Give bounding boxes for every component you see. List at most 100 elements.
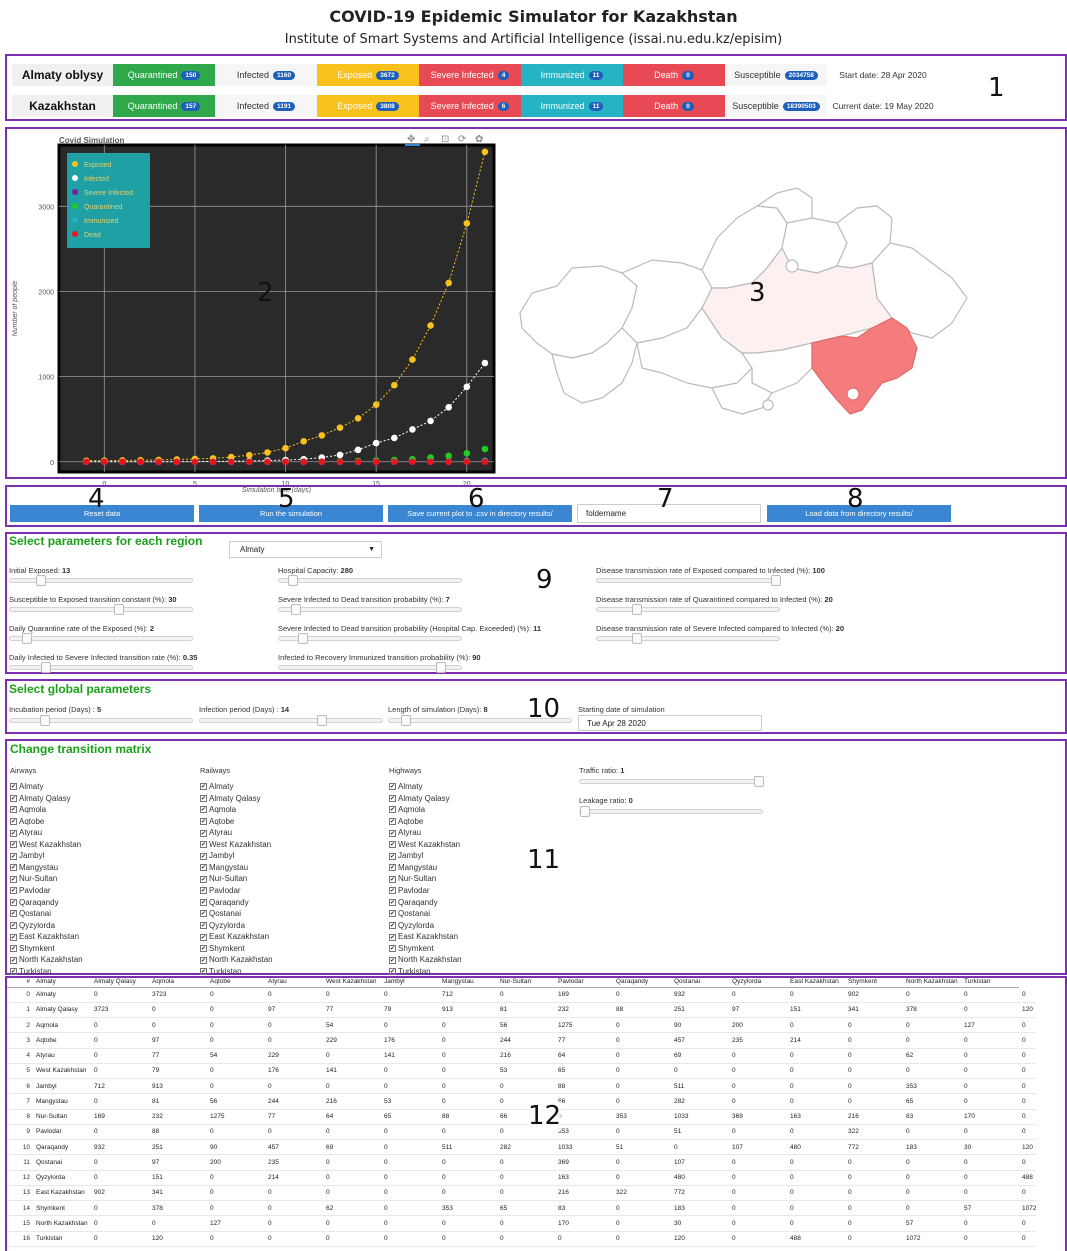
table-cell[interactable]: 0: [903, 1200, 961, 1217]
table-cell[interactable]: 51: [613, 1139, 671, 1156]
data-point[interactable]: [391, 381, 398, 389]
slider-handle[interactable]: [36, 575, 46, 586]
bokeh-logo-icon[interactable]: ✿: [475, 134, 483, 145]
checkbox-checked-icon[interactable]: ✔: [389, 898, 396, 906]
table-cell[interactable]: 0: [729, 1185, 787, 1202]
table-cell[interactable]: 120: [1019, 1002, 1037, 1019]
table-cell[interactable]: 0: [381, 1185, 439, 1202]
table-cell[interactable]: 0: [91, 1032, 149, 1049]
table-cell[interactable]: 0: [961, 1093, 1019, 1110]
table-cell[interactable]: 480: [671, 1170, 729, 1186]
slider-handle[interactable]: [298, 633, 308, 644]
table-cell[interactable]: 141: [381, 1048, 439, 1064]
table-cell[interactable]: 0: [613, 1124, 671, 1141]
region-select[interactable]: Almaty ▼: [229, 541, 382, 558]
checkbox-checked-icon[interactable]: ✔: [389, 910, 396, 918]
checkbox-checked-icon[interactable]: ✔: [10, 841, 17, 849]
table-cell[interactable]: 0: [323, 1154, 381, 1171]
column-header[interactable]: Aqtobe: [207, 977, 265, 988]
table-cell[interactable]: 0: [207, 987, 265, 1003]
column-header[interactable]: Almaty: [33, 977, 91, 988]
table-cell[interactable]: 0: [671, 1139, 729, 1156]
table-cell[interactable]: 902: [91, 1185, 149, 1202]
table-cell[interactable]: 932: [91, 1139, 149, 1156]
table-cell[interactable]: 216: [845, 1109, 903, 1125]
table-cell[interactable]: 163: [555, 1170, 613, 1186]
table-cell[interactable]: 913: [149, 1078, 207, 1095]
table-cell[interactable]: 251: [671, 1002, 729, 1019]
table-cell[interactable]: 0: [729, 1078, 787, 1095]
table-cell[interactable]: 216: [323, 1093, 381, 1110]
table-cell[interactable]: 378: [149, 1200, 207, 1217]
data-point[interactable]: [300, 458, 307, 466]
checkbox-checked-icon[interactable]: ✔: [389, 864, 396, 872]
column-header[interactable]: Qyzylorda: [729, 977, 787, 988]
table-cell[interactable]: 0: [497, 1185, 555, 1202]
table-cell[interactable]: 0: [961, 1231, 1019, 1247]
table-cell[interactable]: 151: [787, 1002, 845, 1019]
highways-checkbox-aqtobe[interactable]: ✔ Aqtobe: [389, 817, 423, 826]
table-cell[interactable]: 54: [207, 1048, 265, 1064]
table-cell[interactable]: 0: [729, 1048, 787, 1064]
highways-checkbox-almaty-qalasy[interactable]: ✔ Almaty Qalasy: [389, 794, 450, 803]
checkbox-checked-icon[interactable]: ✔: [200, 829, 207, 837]
table-cell[interactable]: 0: [439, 1170, 497, 1186]
airways-checkbox-almaty-qalasy[interactable]: ✔ Almaty Qalasy: [10, 794, 71, 803]
table-cell[interactable]: 0: [381, 1124, 439, 1141]
table-cell[interactable]: 0: [149, 1017, 207, 1034]
table-cell[interactable]: 3723: [149, 987, 207, 1003]
data-point[interactable]: [336, 458, 344, 466]
table-cell[interactable]: 913: [439, 1002, 497, 1019]
zoom-icon[interactable]: ⌕: [424, 134, 430, 145]
data-point[interactable]: [427, 458, 434, 466]
table-cell[interactable]: 97: [729, 1002, 787, 1019]
table-cell[interactable]: 79: [149, 1063, 207, 1080]
checkbox-checked-icon[interactable]: ✔: [10, 933, 17, 941]
column-header[interactable]: Nur-Sultan: [497, 977, 555, 988]
checkbox-checked-icon[interactable]: ✔: [10, 783, 17, 791]
table-cell[interactable]: 0: [903, 1032, 961, 1049]
airways-checkbox-aqmola[interactable]: ✔ Aqmola: [10, 805, 46, 814]
region-param-slider[interactable]: [596, 575, 781, 586]
column-header[interactable]: Almaty Qalasy: [91, 977, 149, 988]
table-cell[interactable]: 232: [149, 1109, 207, 1125]
table-cell[interactable]: 0: [613, 1200, 671, 1217]
data-point[interactable]: [391, 458, 398, 466]
railways-checkbox-atyrau[interactable]: ✔ Atyrau: [200, 828, 232, 837]
railways-checkbox-east-kazakhstan[interactable]: ✔ East Kazakhstan: [200, 932, 269, 941]
data-point[interactable]: [354, 415, 362, 422]
table-cell[interactable]: 0: [381, 1170, 439, 1186]
table-cell[interactable]: 322: [845, 1124, 903, 1141]
data-point[interactable]: [372, 458, 380, 466]
table-cell[interactable]: 65: [381, 1109, 439, 1125]
table-cell[interactable]: 235: [265, 1154, 323, 1171]
table-cell[interactable]: 772: [671, 1185, 729, 1202]
checkbox-checked-icon[interactable]: ✔: [389, 806, 396, 814]
table-cell[interactable]: 0: [439, 1032, 497, 1049]
table-cell[interactable]: 0: [845, 1154, 903, 1171]
table-cell[interactable]: 0: [323, 1170, 381, 1186]
table-cell[interactable]: 0: [845, 1170, 903, 1186]
table-cell[interactable]: 0: [207, 1078, 265, 1095]
table-cell[interactable]: 0: [1019, 1231, 1037, 1247]
checkbox-checked-icon[interactable]: ✔: [200, 956, 207, 964]
railways-checkbox-qaraqandy[interactable]: ✔ Qaraqandy: [200, 898, 249, 907]
table-cell[interactable]: 169: [91, 1109, 149, 1125]
table-cell[interactable]: 0: [381, 1154, 439, 1171]
checkbox-checked-icon[interactable]: ✔: [10, 818, 17, 826]
column-header[interactable]: Turkistan: [961, 977, 1019, 988]
table-cell[interactable]: 378: [903, 1002, 961, 1019]
highways-checkbox-qyzylorda[interactable]: ✔ Qyzylorda: [389, 921, 434, 930]
checkbox-checked-icon[interactable]: ✔: [200, 783, 207, 791]
data-point[interactable]: [318, 458, 326, 466]
slider-handle[interactable]: [436, 662, 446, 673]
table-cell[interactable]: 88: [555, 1078, 613, 1095]
highways-checkbox-jambyl[interactable]: ✔ Jambyl: [389, 851, 423, 860]
table-cell[interactable]: 369: [555, 1154, 613, 1171]
table-cell[interactable]: 3723: [91, 1002, 149, 1019]
table-cell[interactable]: 353: [613, 1109, 671, 1125]
data-point[interactable]: [246, 458, 253, 466]
table-cell[interactable]: 0: [613, 1017, 671, 1034]
table-cell[interactable]: 97: [149, 1154, 207, 1171]
table-cell[interactable]: 0: [207, 1170, 265, 1186]
